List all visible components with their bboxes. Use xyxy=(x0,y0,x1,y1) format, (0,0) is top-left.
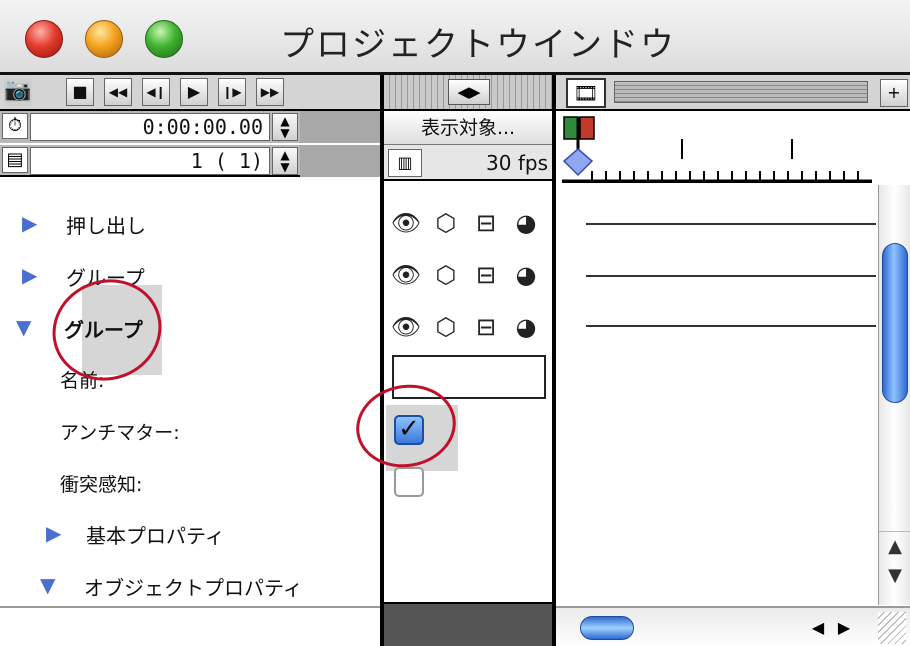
horizontal-scroll-thumb[interactable] xyxy=(580,616,634,640)
time-field[interactable]: 0:00:00.00 xyxy=(30,113,270,141)
left-panel: 📷 ■ ◀◀ ◀❙ ▶ ❙▶ ▶▶ ⏱ 0:00:00.00 ▲ ▼ ▤ 1 ( … xyxy=(0,75,380,646)
fps-row: ▥ 30 fps xyxy=(384,145,552,181)
layers-icon[interactable]: ⊟ xyxy=(470,311,502,343)
cube-icon[interactable]: ⬡ xyxy=(430,259,462,291)
scroll-down-arrow-icon[interactable]: ▼ xyxy=(879,561,910,591)
texture-icon[interactable]: ◕ xyxy=(510,207,542,239)
tree-item-extrude[interactable]: ▶ 押し出し xyxy=(0,203,380,239)
layer-icons-row: 👁 ⬡ ⊟ ◕ xyxy=(390,259,550,293)
eye-icon[interactable]: 👁 xyxy=(390,207,422,239)
track-line xyxy=(586,223,876,225)
stop-button[interactable]: ■ xyxy=(66,78,94,106)
film-icon[interactable]: 🎞 xyxy=(566,78,606,108)
add-track-button[interactable]: + xyxy=(880,79,908,107)
timeline-panel: 🎞 + ▲ ▼ ◀ ▶ xyxy=(556,75,910,646)
play-button[interactable]: ▶ xyxy=(180,78,208,106)
texture-icon[interactable]: ◕ xyxy=(510,311,542,343)
section-basic-properties[interactable]: ▶ 基本プロパティ xyxy=(0,513,380,549)
track-line xyxy=(586,275,876,277)
timeline-ruler[interactable] xyxy=(562,115,872,183)
minimize-button[interactable] xyxy=(85,20,123,58)
frame-stepper[interactable]: ▲ ▼ xyxy=(272,147,298,175)
disclosure-triangle-open-icon[interactable]: ▼ xyxy=(16,315,31,339)
window-title: プロジェクトウインドウ xyxy=(280,25,676,65)
step-back-button[interactable]: ◀❙ xyxy=(142,78,170,106)
transport-bar: 📷 ■ ◀◀ ◀❙ ▶ ❙▶ ▶▶ xyxy=(0,75,380,111)
display-target-button[interactable]: 表示対象... xyxy=(384,111,552,145)
resize-grip-icon[interactable] xyxy=(878,612,906,644)
layer-icons-row: 👁 ⬡ ⊟ ◕ xyxy=(390,207,550,241)
timeline-header: 🎞 + xyxy=(556,75,910,111)
column-resize-icon[interactable]: ◀▶ xyxy=(448,79,490,105)
ruler-icon[interactable]: ▥ xyxy=(388,149,422,177)
tree-item-group-1[interactable]: ▶ グループ xyxy=(0,255,380,291)
close-button[interactable] xyxy=(25,20,63,58)
tree-item-label: 押し出し xyxy=(66,214,146,238)
clock-icon: ⏱ xyxy=(2,113,28,139)
disclosure-triangle-icon[interactable]: ▶ xyxy=(46,521,61,545)
track-line xyxy=(586,325,876,327)
frame-row: ▤ 1 ( 1) ▲ ▼ xyxy=(0,145,380,177)
eye-icon[interactable]: 👁 xyxy=(390,259,422,291)
fps-value[interactable]: 30 fps xyxy=(486,151,548,175)
ruler-ticks xyxy=(562,139,872,183)
rewind-button[interactable]: ◀◀ xyxy=(104,78,132,106)
column-scroll-bar[interactable]: ◀▶ xyxy=(384,75,552,111)
disclosure-triangle-icon[interactable]: ▶ xyxy=(22,211,37,235)
scroll-left-arrow-icon[interactable]: ◀ xyxy=(806,614,830,642)
camera-icon[interactable]: 📷 xyxy=(4,78,32,106)
vertical-scroll-thumb[interactable] xyxy=(882,243,908,403)
disclosure-triangle-open-icon[interactable]: ▼ xyxy=(40,573,55,597)
middle-panel: ◀▶ 表示対象... ▥ 30 fps 👁 ⬡ ⊟ ◕ 👁 ⬡ ⊟ ◕ 👁 ⬡ … xyxy=(384,75,552,646)
project-window: プロジェクトウインドウ 📷 ■ ◀◀ ◀❙ ▶ ❙▶ ▶▶ ⏱ 0:00:00.… xyxy=(0,0,910,646)
section-object-properties[interactable]: ▼ オブジェクトプロパティ xyxy=(0,565,380,601)
cube-icon[interactable]: ⬡ xyxy=(430,311,462,343)
property-label: アンチマター: xyxy=(60,422,180,444)
disclosure-triangle-icon[interactable]: ▶ xyxy=(22,263,37,287)
layer-icons-row: 👁 ⬡ ⊟ ◕ xyxy=(390,311,550,345)
property-label: 衝突感知: xyxy=(60,474,143,496)
section-label: オブジェクトプロパティ xyxy=(84,576,303,600)
middle-status-bar xyxy=(384,602,552,646)
zoom-button[interactable] xyxy=(145,20,183,58)
layers-icon[interactable]: ⊟ xyxy=(470,259,502,291)
scroll-up-arrow-icon[interactable]: ▲ xyxy=(879,531,910,561)
property-collision: 衝突感知: xyxy=(0,463,380,499)
left-status-bar xyxy=(0,606,380,646)
fast-forward-button[interactable]: ▶▶ xyxy=(256,78,284,106)
texture-icon[interactable]: ◕ xyxy=(510,259,542,291)
step-forward-button[interactable]: ❙▶ xyxy=(218,78,246,106)
frame-icon: ▤ xyxy=(2,147,28,173)
property-name: 名前: xyxy=(0,359,380,395)
time-row: ⏱ 0:00:00.00 ▲ ▼ xyxy=(0,111,380,143)
vertical-scrollbar[interactable]: ▲ ▼ xyxy=(878,185,910,605)
playhead-markers-icon[interactable] xyxy=(562,115,606,179)
scroll-right-arrow-icon[interactable]: ▶ xyxy=(832,614,856,642)
section-label: 基本プロパティ xyxy=(86,524,225,548)
time-stepper[interactable]: ▲ ▼ xyxy=(272,113,298,141)
collision-checkbox[interactable] xyxy=(394,467,424,497)
layers-icon[interactable]: ⊟ xyxy=(470,207,502,239)
eye-icon[interactable]: 👁 xyxy=(390,311,422,343)
timeline-zoom-slider[interactable] xyxy=(614,81,868,103)
property-antimatter: アンチマター: xyxy=(0,411,380,447)
title-bar: プロジェクトウインドウ xyxy=(0,0,910,75)
cube-icon[interactable]: ⬡ xyxy=(430,207,462,239)
horizontal-scrollbar[interactable]: ◀ ▶ xyxy=(556,606,910,646)
frame-field[interactable]: 1 ( 1) xyxy=(30,147,270,175)
